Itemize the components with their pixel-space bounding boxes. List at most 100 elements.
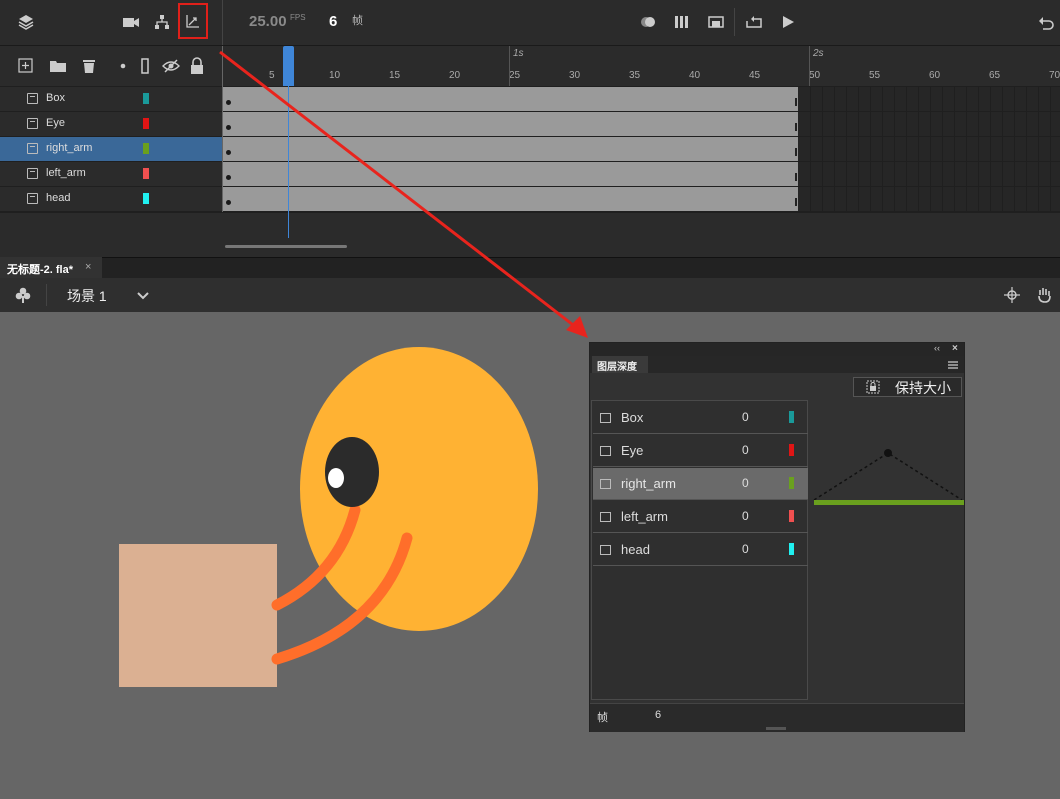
timeline-ruler[interactable]: 5 10 15 20 25 30 35 40 45 50 55 60 65 70 1s 2s — [223, 46, 1060, 87]
onion-skin-icon[interactable] — [638, 12, 658, 32]
frame-cell-divider — [822, 87, 823, 111]
loop-icon[interactable] — [744, 12, 764, 32]
layer-color-swatch[interactable] — [143, 118, 149, 129]
new-folder-icon[interactable] — [49, 57, 67, 75]
keyframe-dot[interactable] — [226, 125, 231, 130]
center-stage-icon[interactable] — [1002, 285, 1022, 305]
frame-cell-divider — [918, 162, 919, 186]
frame-cell-divider — [858, 137, 859, 161]
close-icon[interactable]: × — [952, 343, 958, 354]
toolbar-divider-2 — [734, 8, 735, 36]
keyframe-dot[interactable] — [226, 100, 231, 105]
panel-tab-title[interactable]: 图层深度 — [597, 358, 637, 373]
layer-icon — [600, 545, 611, 555]
hierarchy-icon[interactable] — [152, 12, 172, 32]
layer-color-swatch[interactable] — [143, 193, 149, 204]
depth-graph[interactable] — [808, 400, 964, 700]
layer-color-swatch[interactable] — [143, 143, 149, 154]
current-frame-value[interactable]: 6 — [329, 13, 337, 30]
timeline-track[interactable] — [223, 162, 1060, 187]
timeline-track[interactable] — [223, 87, 1060, 112]
keyframe-dot[interactable] — [226, 175, 231, 180]
frame-cell-divider — [978, 87, 979, 111]
timeline-track[interactable] — [223, 187, 1060, 212]
play-icon[interactable] — [778, 12, 798, 32]
document-tab-bar — [0, 257, 1060, 278]
timeline-track[interactable] — [223, 137, 1060, 162]
depth-value[interactable]: 0 — [742, 443, 749, 457]
frame-cell-divider — [942, 112, 943, 136]
frame-cell-divider — [930, 87, 931, 111]
frame-cell-divider — [906, 87, 907, 111]
frame-cell-divider — [1038, 137, 1039, 161]
chevron-down-icon[interactable] — [133, 285, 153, 305]
timeline-horizontal-scrollbar[interactable] — [225, 245, 347, 248]
frame-span[interactable] — [223, 87, 798, 111]
club-symbol-icon[interactable] — [13, 285, 33, 305]
ruler-tick-label: 25 — [509, 70, 521, 81]
layers-icon[interactable] — [16, 12, 36, 32]
collapse-icon[interactable]: ‹‹ — [934, 343, 940, 353]
depth-value[interactable]: 0 — [742, 509, 749, 523]
edit-multiple-frames-icon[interactable] — [672, 12, 692, 32]
frame-span[interactable] — [223, 112, 798, 136]
depth-value[interactable]: 0 — [742, 410, 749, 424]
outline-icon[interactable] — [136, 57, 154, 75]
frame-cell-divider — [954, 112, 955, 136]
depth-layer-row[interactable]: right_arm 0 — [593, 468, 808, 500]
lock-size-icon — [866, 380, 880, 394]
document-tab-close-icon[interactable]: × — [85, 261, 91, 273]
layer-row[interactable]: head — [0, 187, 222, 212]
keyframe-dot[interactable] — [226, 200, 231, 205]
panel-menu-icon[interactable] — [948, 359, 958, 369]
timeline-track[interactable] — [223, 112, 1060, 137]
frame-cell-divider — [1050, 137, 1051, 161]
layer-color-swatch[interactable] — [143, 93, 149, 104]
layer-row[interactable]: right_arm — [0, 137, 222, 162]
layer-color-swatch[interactable] — [143, 168, 149, 179]
frame-cell-divider — [822, 162, 823, 186]
depth-layer-row[interactable]: head 0 — [593, 534, 808, 566]
frame-cell-divider — [978, 137, 979, 161]
frame-span[interactable] — [223, 137, 798, 161]
camera-icon[interactable] — [121, 12, 141, 32]
layer-row[interactable]: left_arm — [0, 162, 222, 187]
frame-cell-divider — [906, 187, 907, 211]
layer-row[interactable]: Box — [0, 87, 222, 112]
frame-cell-divider — [966, 187, 967, 211]
frame-cell-divider — [1014, 162, 1015, 186]
visibility-off-icon[interactable] — [162, 57, 180, 75]
scene-name[interactable]: 场景 1 — [67, 286, 107, 306]
keyframe-dot[interactable] — [226, 150, 231, 155]
layer-depth-graph-button[interactable] — [178, 3, 208, 39]
depth-value[interactable]: 0 — [742, 476, 749, 490]
ruler-tick-label: 65 — [989, 70, 1001, 81]
frame-cell-divider — [882, 187, 883, 211]
undo-icon[interactable] — [1036, 12, 1056, 32]
frame-cell-divider — [894, 137, 895, 161]
toolbar-divider — [222, 0, 223, 45]
new-layer-icon[interactable] — [17, 57, 35, 75]
depth-layer-row[interactable]: Box 0 — [593, 402, 808, 434]
hand-tool-icon[interactable] — [1034, 285, 1054, 305]
depth-layer-row[interactable]: Eye 0 — [593, 435, 808, 467]
frame-cell-divider — [894, 162, 895, 186]
highlight-dot-icon[interactable] — [114, 57, 132, 75]
frame-cell-divider — [894, 112, 895, 136]
panel-resize-grip[interactable] — [766, 727, 786, 730]
frame-cell-divider — [858, 87, 859, 111]
insert-frame-icon[interactable] — [706, 12, 726, 32]
depth-value[interactable]: 0 — [742, 542, 749, 556]
lock-icon[interactable] — [188, 57, 206, 75]
depth-layer-color — [789, 510, 794, 522]
delete-icon[interactable] — [80, 57, 98, 75]
frame-cell-divider — [1014, 87, 1015, 111]
playhead-handle[interactable] — [283, 46, 294, 86]
fps-value[interactable]: 25.00 — [249, 13, 287, 30]
layer-row[interactable]: Eye — [0, 112, 222, 137]
depth-layer-row[interactable]: left_arm 0 — [593, 501, 808, 533]
frame-span[interactable] — [223, 187, 798, 211]
document-tab-title[interactable]: 无标题-2. fla* — [7, 261, 73, 277]
frame-span[interactable] — [223, 162, 798, 186]
frame-cell-divider — [966, 137, 967, 161]
